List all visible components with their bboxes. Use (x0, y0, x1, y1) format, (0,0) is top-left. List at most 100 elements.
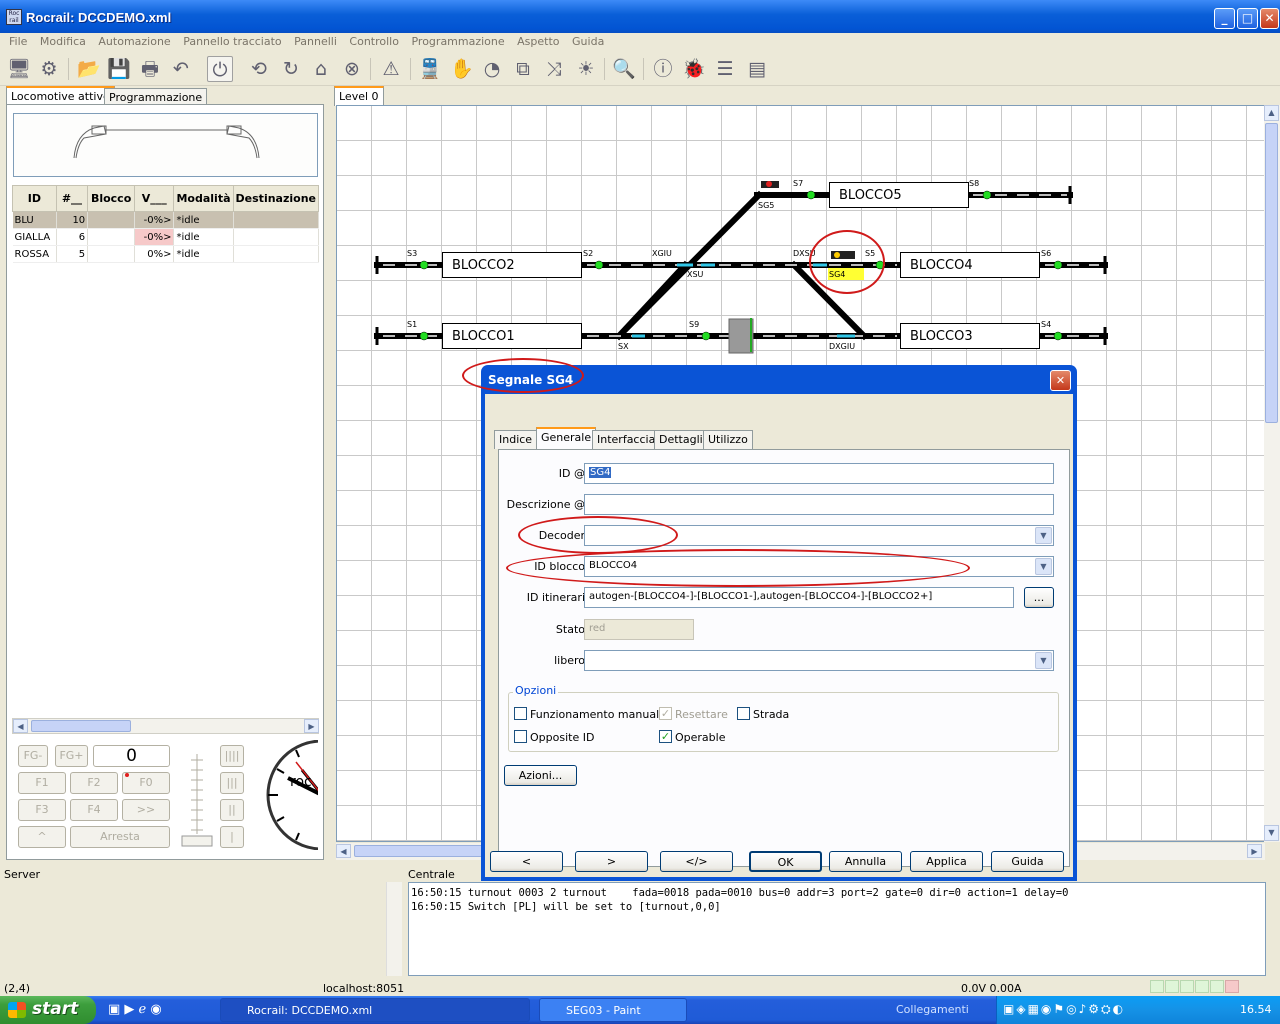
save-icon[interactable]: 💾 (106, 56, 132, 82)
block-blocco1[interactable]: BLOCCO1 (442, 323, 582, 349)
loco-control-icon[interactable]: ✋ (449, 56, 475, 82)
col-blocco[interactable]: Blocco (87, 185, 136, 212)
close-button[interactable]: ✕ (1260, 8, 1279, 29)
menu-automazione[interactable]: Automazione (98, 33, 170, 48)
cancel-icon[interactable]: ⊗ (339, 56, 365, 82)
fg-plus-button[interactable]: FG+ (55, 745, 88, 767)
server-vscroll[interactable] (386, 882, 402, 976)
xml-button[interactable]: </> (660, 851, 733, 872)
id-field[interactable]: SG4 (584, 463, 1054, 484)
col-num[interactable]: #__ (55, 185, 89, 212)
vscroll-thumb[interactable] (1265, 123, 1278, 423)
table-row[interactable]: GIALLA 6 -0%> *idle (12, 228, 320, 246)
description-field[interactable] (584, 494, 1054, 515)
stop-button[interactable]: Arresta (70, 826, 170, 848)
scroll-left-icon[interactable]: ◀ (13, 719, 28, 733)
light-icon[interactable]: ☀ (573, 56, 599, 82)
block-blocco5[interactable]: BLOCCO5 (829, 182, 969, 208)
train-icon[interactable]: 🚆 (417, 56, 443, 82)
menu-pannello-tracciato[interactable]: Pannello tracciato (183, 33, 281, 48)
menu-aspetto[interactable]: Aspetto (517, 33, 559, 48)
tab-indice[interactable]: Indice (494, 430, 538, 449)
menu-modifica[interactable]: Modifica (40, 33, 86, 48)
apply-button[interactable]: Applica (910, 851, 983, 872)
manual-checkbox[interactable] (514, 707, 527, 720)
scroll-up-icon[interactable]: ▲ (1264, 105, 1279, 121)
minimize-button[interactable]: _ (1214, 8, 1235, 29)
road-checkbox[interactable] (737, 707, 750, 720)
more-functions-button[interactable]: >> (122, 799, 170, 821)
search-icon[interactable]: 🔍 (611, 56, 637, 82)
sync-icon[interactable]: ⟲ (246, 56, 272, 82)
table-row[interactable]: BLU 10 -0%> *idle (12, 211, 320, 229)
direction-button[interactable]: ^ (18, 826, 66, 848)
route-icon[interactable]: ⧉ (510, 56, 536, 82)
f2-button[interactable]: F2 (70, 772, 118, 794)
col-destinazione[interactable]: Destinazione (232, 185, 320, 212)
task-paint[interactable]: SEG03 - Paint (539, 998, 687, 1022)
warning-icon[interactable]: ⚠ (378, 56, 404, 82)
power-icon[interactable]: ⏻ (207, 56, 233, 82)
help-button[interactable]: Guida (991, 851, 1064, 872)
info-icon[interactable]: ⓘ (650, 56, 676, 82)
tab-dettagli[interactable]: Dettagli (654, 430, 708, 449)
col-modalita[interactable]: Modalità (173, 185, 234, 212)
block-blocco2[interactable]: BLOCCO2 (442, 252, 582, 278)
block-blocco4[interactable]: BLOCCO4 (900, 252, 1040, 278)
scroll-thumb[interactable] (31, 720, 131, 732)
block-blocco3[interactable]: BLOCCO3 (900, 323, 1040, 349)
f3-button[interactable]: F3 (18, 799, 66, 821)
document-icon[interactable]: ☰ (712, 56, 738, 82)
f1-button[interactable]: F1 (18, 772, 66, 794)
col-id[interactable]: ID (12, 185, 57, 212)
col-v[interactable]: V___ (134, 185, 175, 212)
open-folder-icon[interactable]: 📂 (76, 56, 102, 82)
settings-icon[interactable]: ⚙ (36, 56, 62, 82)
next-button[interactable]: > (575, 851, 648, 872)
tab-interfaccia[interactable]: Interfaccia (592, 430, 661, 449)
operable-checkbox[interactable]: ✓ (659, 730, 672, 743)
task-rocrail[interactable]: Rocrail: DCCDEMO.xml (220, 998, 530, 1022)
chevron-down-icon[interactable]: ▼ (1035, 558, 1052, 575)
speed-step-3-button[interactable]: ||| (220, 772, 244, 794)
menu-pannelli[interactable]: Pannelli (294, 33, 337, 48)
actions-button[interactable]: Azioni... (504, 765, 577, 786)
tab-locomotive-attive[interactable]: Locomotive attive (6, 86, 115, 106)
quicklaunch-icons[interactable]: ▣ ▶ ℯ ◉ (108, 1002, 162, 1017)
reset-icon[interactable]: ↻ (278, 56, 304, 82)
menu-programmazione[interactable]: Programmazione (411, 33, 504, 48)
loco-table-scrollbar[interactable]: ◀ ▶ (12, 718, 319, 734)
speed-step-4-button[interactable]: |||| (220, 745, 244, 767)
routes-id-field[interactable]: autogen-[BLOCCO4-]-[BLOCCO1-],autogen-[B… (584, 587, 1014, 608)
menu-guida[interactable]: Guida (572, 33, 604, 48)
chevron-down-icon[interactable]: ▼ (1035, 652, 1052, 669)
maximize-button[interactable]: □ (1237, 8, 1258, 29)
scroll-right-icon[interactable]: ▶ (1247, 844, 1262, 858)
print-icon[interactable]: 🖶 (137, 56, 163, 82)
routes-browse-button[interactable]: ... (1024, 587, 1054, 608)
scroll-right-icon[interactable]: ▶ (304, 719, 319, 733)
scroll-left-icon[interactable]: ◀ (336, 844, 351, 858)
menu-controllo[interactable]: Controllo (349, 33, 399, 48)
links-toolbar[interactable]: Collegamenti (896, 1003, 969, 1016)
fg-minus-button[interactable]: FG- (18, 745, 48, 767)
tray-icons[interactable]: ▣◈▦◉⚑◎♪⚙⛭◐ (1003, 1002, 1125, 1017)
menu-file[interactable]: File (9, 33, 27, 48)
opposite-id-checkbox[interactable] (514, 730, 527, 743)
chevron-down-icon[interactable]: ▼ (1035, 527, 1052, 544)
prev-button[interactable]: < (490, 851, 563, 872)
speed-step-1-button[interactable]: | (220, 826, 244, 848)
table-row[interactable]: ROSSA 5 0%> *idle (12, 245, 320, 263)
tab-generale[interactable]: Generale (536, 427, 597, 449)
f4-button[interactable]: F4 (70, 799, 118, 821)
home-icon[interactable]: ⌂ (308, 56, 334, 82)
speed-slider[interactable] (181, 748, 213, 848)
free-select[interactable] (584, 650, 1054, 671)
f0-button[interactable]: F0 (122, 772, 170, 794)
undo-icon[interactable]: ↶ (168, 56, 194, 82)
dialog-close-button[interactable]: ✕ (1050, 370, 1071, 391)
scroll-down-icon[interactable]: ▼ (1264, 825, 1279, 841)
canvas-vscroll[interactable]: ▲ ▼ (1264, 105, 1280, 842)
bug-icon[interactable]: 🐞 (681, 56, 707, 82)
speedometer-icon[interactable]: ◔ (479, 56, 505, 82)
